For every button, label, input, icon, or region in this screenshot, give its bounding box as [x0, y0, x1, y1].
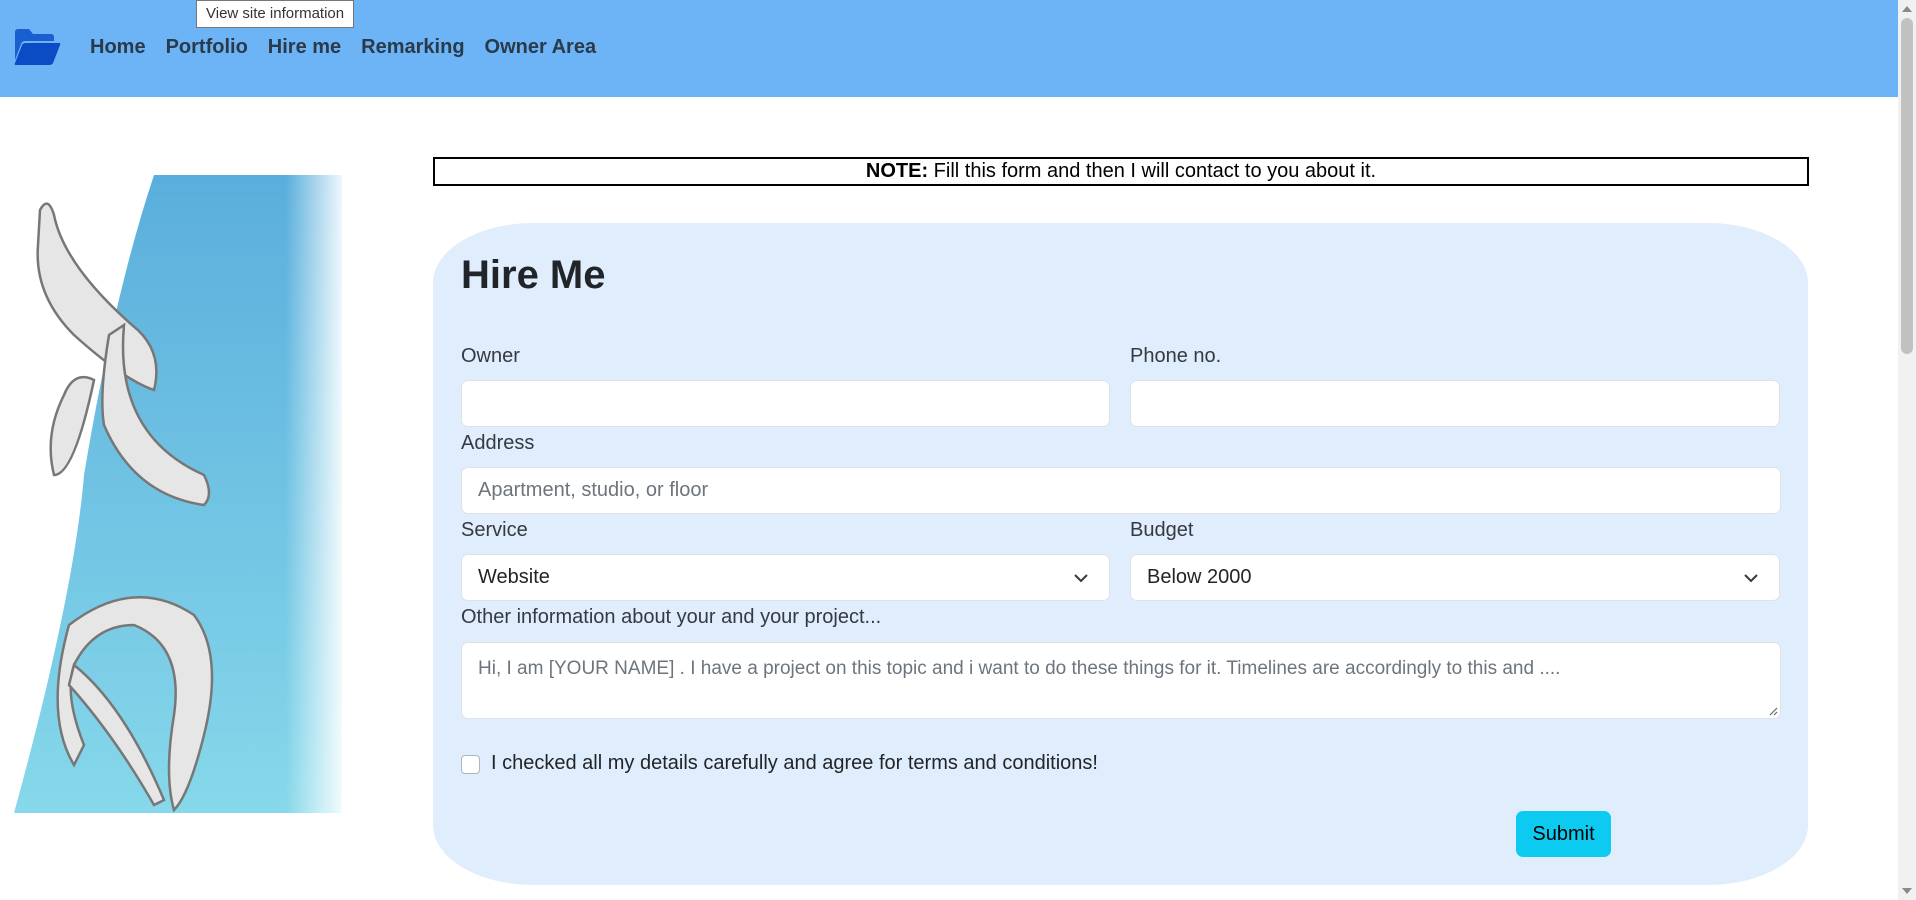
scroll-thumb[interactable] — [1901, 18, 1913, 354]
address-input[interactable]: Apartment, studio, or floor — [461, 467, 1781, 514]
agree-label[interactable]: I checked all my details carefully and a… — [491, 752, 1098, 775]
address-placeholder: Apartment, studio, or floor — [478, 479, 709, 501]
submit-button[interactable]: Submit — [1516, 811, 1611, 857]
budget-selected-value: Below 2000 — [1147, 566, 1252, 588]
other-info-label: Other information about your and your pr… — [461, 606, 882, 628]
budget-label: Budget — [1130, 519, 1194, 541]
budget-select[interactable]: Below 2000 — [1130, 554, 1780, 601]
site-info-tooltip: View site information — [196, 0, 355, 28]
service-label: Service — [461, 519, 528, 541]
scroll-down-arrow-icon[interactable] — [1902, 888, 1912, 894]
chevron-down-icon — [1074, 574, 1088, 583]
owner-label: Owner — [461, 345, 520, 367]
agree-checkbox[interactable] — [461, 755, 480, 774]
form-title: Hire Me — [461, 253, 606, 297]
other-info-textarea[interactable]: Hi, I am [YOUR NAME] . I have a project … — [461, 642, 1781, 719]
service-select[interactable]: Website — [461, 554, 1110, 601]
nav-link-hire-me[interactable]: Hire me — [268, 36, 341, 59]
resize-grip-icon[interactable] — [1768, 706, 1778, 716]
nav-link-owner-area[interactable]: Owner Area — [485, 36, 597, 59]
folder-open-icon[interactable] — [13, 28, 61, 66]
note-text: Fill this form and then I will contact t… — [928, 160, 1377, 182]
phone-label: Phone no. — [1130, 345, 1222, 367]
nav-link-home[interactable]: Home — [90, 36, 146, 59]
note-prefix: NOTE: — [865, 160, 929, 182]
service-selected-value: Website — [478, 566, 550, 588]
nav-link-remarking[interactable]: Remarking — [361, 36, 464, 59]
other-info-placeholder: Hi, I am [YOUR NAME] . I have a project … — [478, 658, 1561, 679]
page-scrollbar[interactable] — [1898, 0, 1916, 900]
chevron-down-icon — [1744, 574, 1758, 583]
address-label: Address — [461, 432, 535, 454]
form-note: NOTE: Fill this form and then I will con… — [433, 157, 1809, 186]
scroll-up-arrow-icon[interactable] — [1902, 6, 1912, 12]
dh-logo-image — [14, 175, 342, 813]
owner-input[interactable] — [461, 380, 1110, 427]
phone-input[interactable] — [1130, 380, 1780, 427]
nav-link-portfolio[interactable]: Portfolio — [166, 36, 248, 59]
